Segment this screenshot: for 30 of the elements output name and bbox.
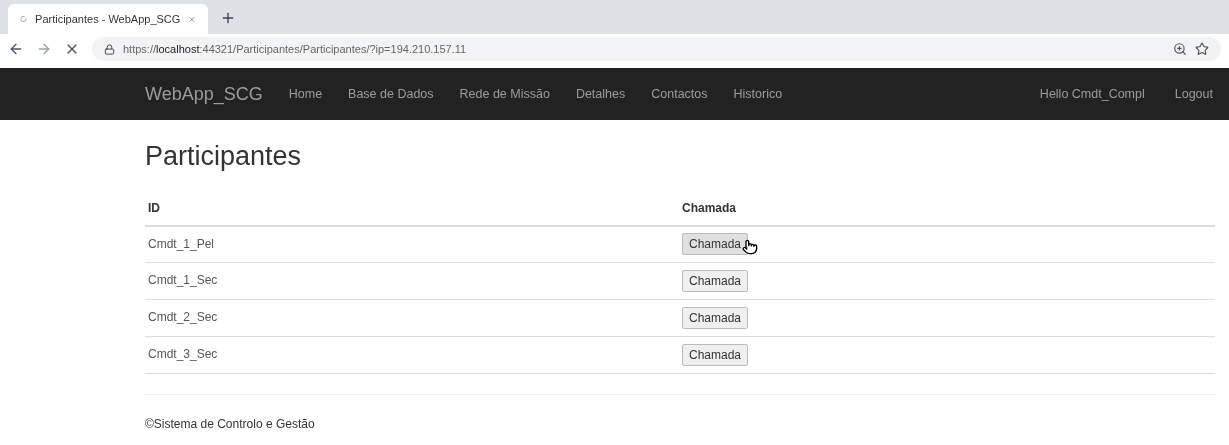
- nav-link[interactable]: Home: [288, 84, 323, 104]
- participant-id: Cmdt_3_Sec: [148, 347, 218, 361]
- back-icon[interactable]: [8, 41, 24, 57]
- nav-link[interactable]: Historico: [733, 84, 783, 104]
- footer-text: ©Sistema de Controlo e Gestão: [145, 417, 315, 431]
- call-button[interactable]: Chamada: [682, 344, 749, 366]
- lock-icon: [104, 43, 115, 55]
- zoom-icon[interactable]: [1173, 42, 1187, 56]
- nav-link[interactable]: Detalhes: [575, 84, 626, 104]
- column-header: Chamada: [682, 200, 737, 215]
- participant-id: Cmdt_1_Sec: [148, 273, 218, 287]
- nav-link[interactable]: Rede de Missão: [459, 84, 550, 104]
- hand-cursor-icon: [742, 239, 758, 256]
- call-button[interactable]: Chamada: [682, 270, 749, 292]
- bookmark-star-icon[interactable]: [1195, 42, 1209, 56]
- logout-link[interactable]: Logout: [1174, 84, 1213, 104]
- call-button[interactable]: Chamada: [682, 233, 749, 256]
- brand-link[interactable]: WebApp_SCG: [145, 80, 263, 108]
- new-tab-icon[interactable]: [220, 10, 236, 26]
- address-bar[interactable]: https://localhost:44321/Participantes/Participantes/?ip=194.210.157.11: [92, 37, 1221, 61]
- participant-id: Cmdt_2_Sec: [148, 310, 218, 324]
- browser-tab[interactable]: Participantes - WebApp_SCG: [8, 4, 208, 34]
- user-greeting-link[interactable]: Hello Cmdt_Compl: [1039, 84, 1145, 104]
- column-header: ID: [148, 200, 160, 215]
- nav-link[interactable]: Contactos: [651, 84, 708, 104]
- url-text: https://localhost:44321/Participantes/Participantes/?ip=194.210.157.11: [123, 41, 468, 57]
- page-title: Participantes: [145, 140, 303, 173]
- nav-link[interactable]: Base de Dados: [348, 84, 434, 104]
- participant-id: Cmdt_1_Pel: [148, 236, 215, 251]
- call-button[interactable]: Chamada: [682, 307, 749, 329]
